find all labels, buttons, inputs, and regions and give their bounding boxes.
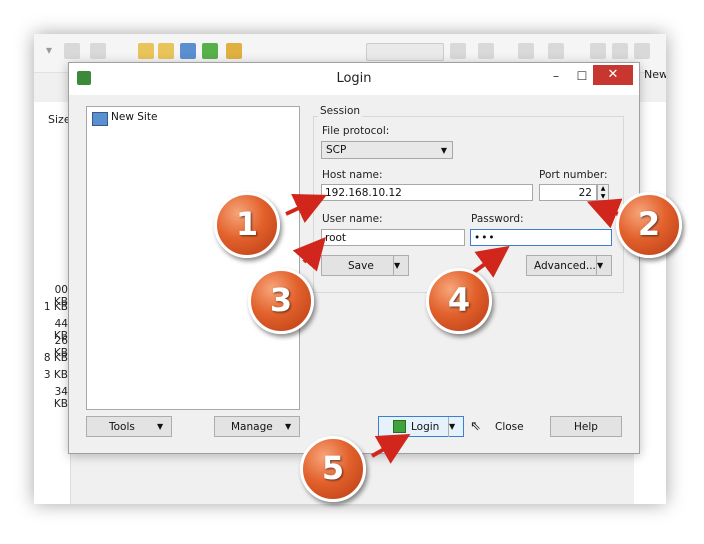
callout-2: 2 bbox=[616, 192, 682, 258]
arrow-5 bbox=[371, 434, 411, 464]
callout-1: 1 bbox=[214, 192, 280, 258]
arrow-2 bbox=[586, 198, 623, 229]
callout-4: 4 bbox=[426, 268, 492, 334]
arrow-4 bbox=[472, 245, 510, 278]
callout-3: 3 bbox=[248, 268, 314, 334]
arrow-1 bbox=[285, 193, 327, 223]
arrow-3 bbox=[292, 236, 326, 272]
callout-5: 5 bbox=[300, 436, 366, 502]
